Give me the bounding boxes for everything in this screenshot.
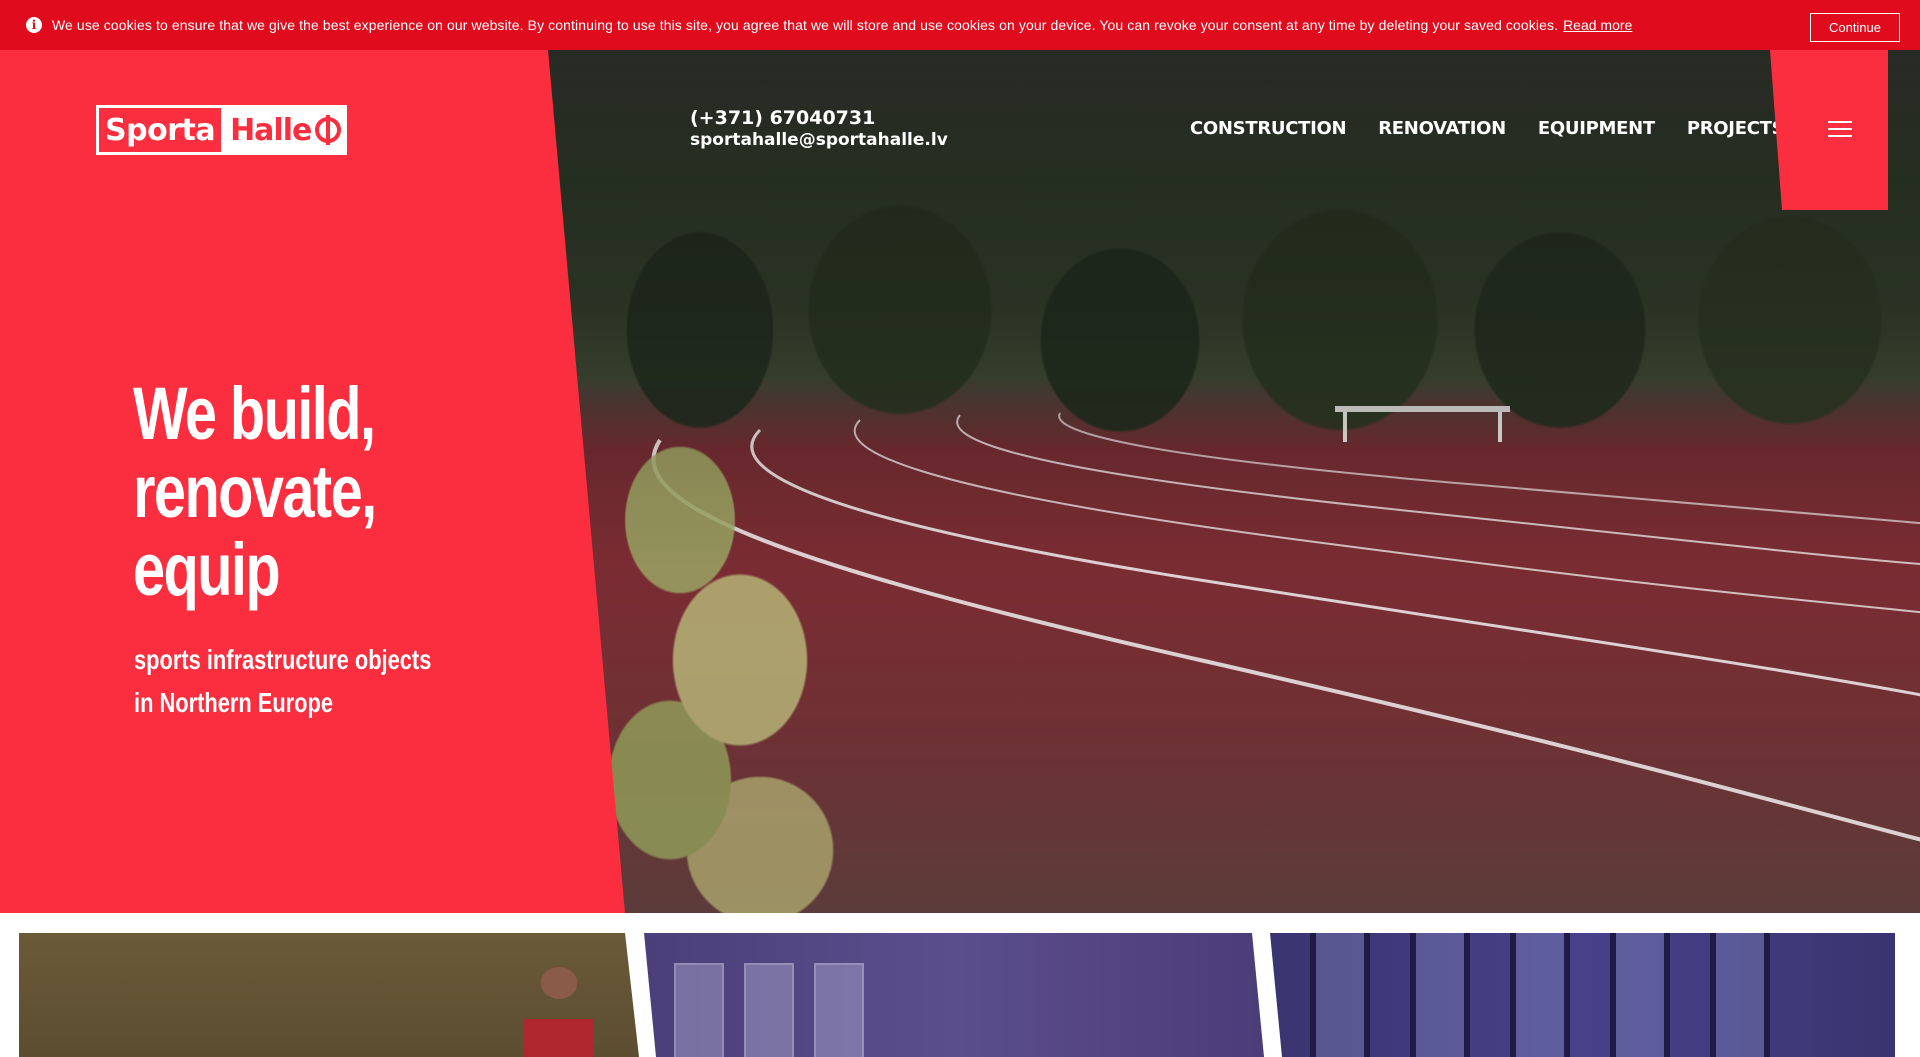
main-nav: CONSTRUCTION RENOVATION EQUIPMENT PROJEC…: [1190, 118, 1785, 139]
contact-email[interactable]: sportahalle@sportahalle.lv: [690, 129, 948, 151]
nav-construction[interactable]: CONSTRUCTION: [1190, 118, 1347, 139]
nav-equipment[interactable]: EQUIPMENT: [1538, 118, 1655, 139]
site-logo[interactable]: Sporta Halle: [96, 105, 348, 155]
nav-projects[interactable]: PROJECTS: [1687, 118, 1785, 139]
hamburger-menu-icon: [1828, 121, 1852, 137]
hero-headline-line: We build,: [133, 372, 376, 455]
contact-phone[interactable]: (+371) 67040731: [690, 107, 948, 129]
logo-text-halle-block: Halle: [224, 105, 348, 155]
hero-headline-line: equip: [133, 528, 281, 611]
read-more-link[interactable]: Read more: [1563, 17, 1632, 33]
card-photo-window: [1710, 933, 1770, 1057]
card-photo-window: [744, 963, 794, 1057]
card-construction[interactable]: [19, 933, 639, 1057]
logo-text-sporta: Sporta: [96, 105, 225, 155]
hero-subheadline: sports infrastructure objects in Norther…: [134, 638, 431, 724]
cookie-consent-bar: i We use cookies to ensure that we give …: [0, 0, 1920, 50]
service-cards: [0, 913, 1920, 1057]
card-photo-window: [674, 963, 724, 1057]
menu-button[interactable]: [1770, 50, 1888, 210]
card-photo-window: [1310, 933, 1370, 1057]
hero-subheadline-line: sports infrastructure objects: [134, 644, 432, 675]
card-photo-window: [1610, 933, 1670, 1057]
cookie-message: We use cookies to ensure that we give th…: [52, 17, 1559, 33]
hero-subheadline-line: in Northern Europe: [134, 687, 333, 718]
nav-renovation[interactable]: RENOVATION: [1378, 118, 1506, 139]
card-photo-window: [1410, 933, 1470, 1057]
contact-info: (+371) 67040731 sportahalle@sportahalle.…: [690, 107, 948, 151]
hero-headline: We build, renovate, equip: [133, 372, 377, 611]
card-photo-window: [814, 963, 864, 1057]
hero-section: Sporta Halle (+371) 67040731 sportahalle…: [0, 50, 1920, 913]
card-equipment[interactable]: [1270, 933, 1895, 1057]
logo-power-icon: [315, 115, 342, 145]
info-icon: i: [26, 17, 42, 33]
logo-text-halle: Halle: [230, 112, 312, 148]
hero-headline-line: renovate,: [133, 450, 377, 533]
card-photo-window: [1510, 933, 1570, 1057]
card-photo-athlete: [524, 953, 594, 1057]
card-renovation[interactable]: [644, 933, 1264, 1057]
continue-button[interactable]: Continue: [1810, 13, 1900, 42]
